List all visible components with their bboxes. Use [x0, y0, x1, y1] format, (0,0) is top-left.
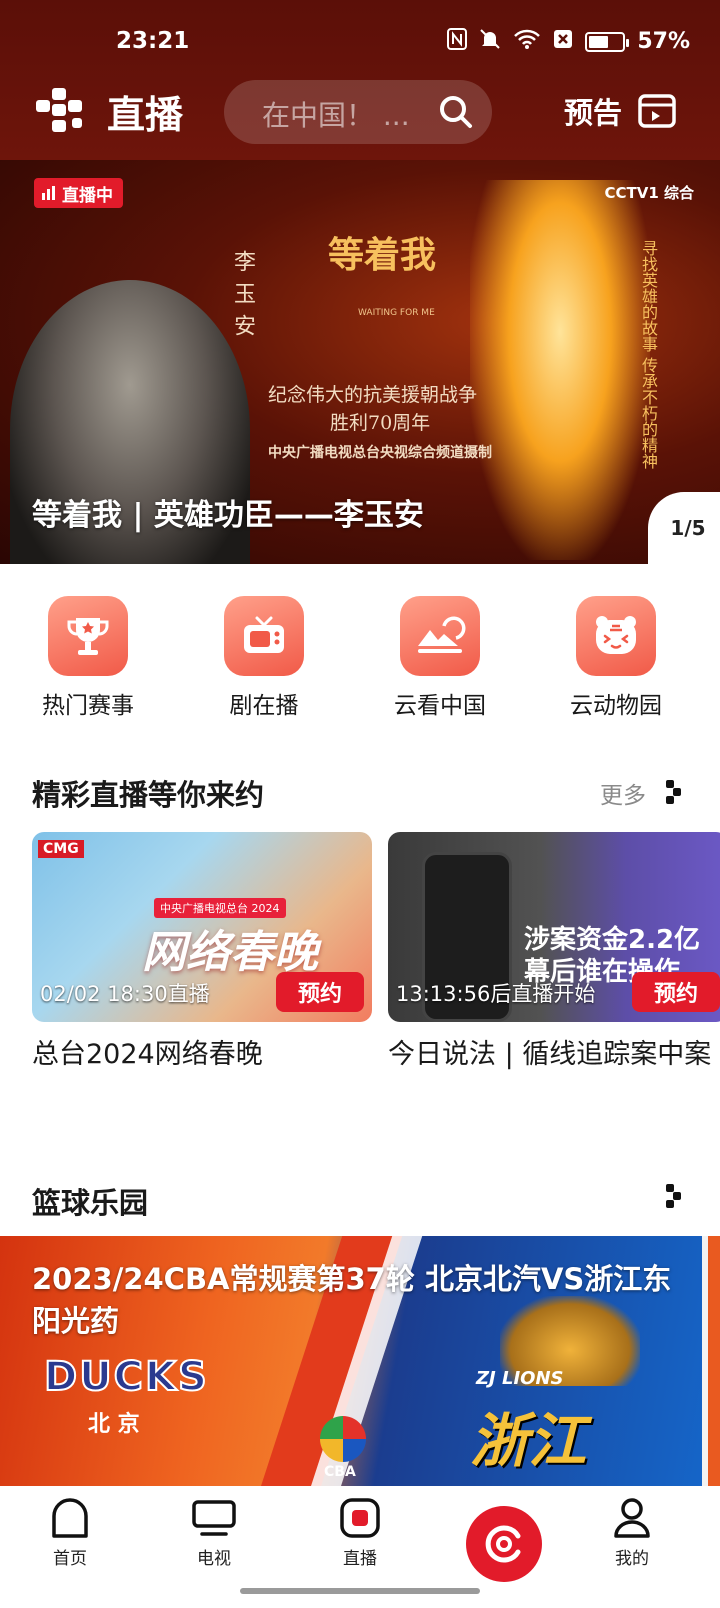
live-banner[interactable]: 直播中 CCTV1 综合 李玉安 等着我 WAITING FOR ME 纪念伟大… [0, 160, 720, 564]
banner-pager: 1/5 [648, 492, 720, 564]
match-title: 2023/24CBA常规赛第37轮 北京北汽VS浙江东阳光药 [32, 1262, 672, 1338]
next-card-peek [702, 1236, 720, 1486]
quick-entry-label: 云看中国 [394, 693, 486, 719]
reserve-button[interactable]: 预约 [276, 972, 364, 1012]
quick-entry-label: 剧在播 [229, 693, 299, 719]
signal-bars-icon [42, 186, 55, 200]
battery-fill [589, 35, 608, 48]
status-time: 23:21 [116, 28, 190, 54]
quick-entry-cloud-zoo[interactable]: 云动物园 [556, 596, 676, 720]
live-card-time: 02/02 18:30直播 [40, 982, 210, 1006]
banner-art-side: 寻找英雄的故事 传承不朽的精神 [639, 240, 658, 470]
app-logo-icon [32, 86, 88, 134]
banner-caption: 等着我 | 英雄功臣——李玉安 [32, 498, 424, 533]
mute-icon [479, 28, 501, 55]
banner-art-show: 等着我 [328, 234, 437, 276]
nav-label: 电视 [197, 1549, 231, 1569]
team1-logo-text: DUCKS [43, 1353, 209, 1401]
banner-art-line1: 纪念伟大的抗美援朝战争 [268, 384, 478, 406]
wifi-icon [513, 28, 541, 55]
live-card-title[interactable]: 总台2024网络春晚 [32, 1034, 372, 1076]
live-card-thumbnail[interactable]: CMG 中央广播电视总台 2024 网络春晚 02/02 18:30直播 预约 [32, 832, 372, 1022]
banner-art-name: 李玉安 [230, 250, 255, 346]
quick-entry-label: 热门赛事 [42, 693, 134, 719]
status-bar: 23:21 57% [0, 0, 720, 80]
landscape-icon [400, 596, 480, 676]
channel-logo: CCTV1 综合 [604, 184, 694, 202]
banner-figure-glow [470, 180, 650, 560]
trophy-icon [48, 596, 128, 676]
nav-profile[interactable]: 我的 [582, 1496, 682, 1569]
next-card-stripe [708, 1236, 720, 1486]
quick-entry-drama[interactable]: 剧在播 [204, 596, 324, 720]
live-badge: 直播中 [34, 178, 123, 208]
sim-off-icon [553, 29, 573, 54]
banner-art-show-sub: WAITING FOR ME [358, 308, 435, 318]
more-arrow-icon[interactable] [664, 1182, 684, 1214]
search-placeholder: 在中国！ ... [262, 99, 410, 132]
home-icon [52, 1498, 88, 1538]
banner-art-line3: 中央广播电视总台央视综合频道摄制 [268, 445, 492, 461]
nav-label: 首页 [53, 1549, 87, 1569]
nav-home[interactable]: 首页 [20, 1496, 120, 1569]
tiger-icon [576, 596, 656, 676]
live-card[interactable]: 涉案资金2.2亿 幕后谁在操作 13:13:56后直播开始 预约 今日说法 | … [388, 832, 720, 1076]
nav-live[interactable]: 直播 [310, 1496, 410, 1569]
status-icons: 57% [447, 28, 690, 55]
cba-logo-icon [320, 1416, 366, 1462]
gesture-home-bar[interactable] [240, 1588, 480, 1594]
cmg-logo: CMG [38, 840, 84, 858]
tv-icon [224, 596, 304, 676]
team2-logo-text: 浙江 [470, 1407, 587, 1475]
more-arrow-icon[interactable] [664, 778, 684, 810]
battery-percent: 57% [637, 29, 690, 54]
thumbnail-art-text: 网络春晚 [142, 927, 318, 978]
live-badge-label: 直播中 [62, 185, 113, 206]
ysp-logo-icon [485, 1525, 521, 1563]
nav-label: 直播 [343, 1549, 377, 1569]
quick-entry-cloud-china[interactable]: 云看中国 [380, 596, 500, 720]
tv-screen-icon [192, 1500, 236, 1536]
team1-city: 北 京 [88, 1412, 140, 1437]
live-card-thumbnail[interactable]: 涉案资金2.2亿 幕后谁在操作 13:13:56后直播开始 预约 [388, 832, 720, 1022]
search-bar[interactable]: 在中国！ ... [224, 80, 492, 144]
profile-icon [614, 1498, 650, 1538]
live-icon [340, 1498, 380, 1538]
quick-entry-hot-events[interactable]: 热门赛事 [28, 596, 148, 720]
live-card-title[interactable]: 今日说法 | 循线追踪案中案 [388, 1034, 720, 1076]
page-title: 直播 [107, 93, 184, 137]
search-icon[interactable] [438, 94, 474, 130]
basketball-match-card[interactable]: DUCKS 北 京 ZJ LIONS 浙江 CBA 2023/24CBA常规赛第… [0, 1236, 702, 1486]
live-card-time: 13:13:56后直播开始 [396, 982, 596, 1006]
preview-button[interactable]: 预告 [564, 90, 622, 132]
section-title-live: 精彩直播等你来约 [32, 778, 265, 812]
nfc-icon [447, 28, 468, 55]
live-card[interactable]: CMG 中央广播电视总台 2024 网络春晚 02/02 18:30直播 预约 … [32, 832, 372, 1076]
ysp-logo-button[interactable] [466, 1506, 542, 1582]
nav-label: 我的 [615, 1549, 649, 1569]
team2-logo-name: ZJ LIONS [476, 1368, 564, 1389]
banner-art-line2: 胜利70周年 [330, 412, 431, 434]
section-title-basketball: 篮球乐园 [32, 1186, 149, 1220]
battery-icon [585, 31, 630, 52]
schedule-icon[interactable] [638, 92, 676, 134]
quick-entries: 热门赛事 剧在播 云看中国 云动物园 [0, 596, 720, 719]
thumbnail-art-top: 中央广播电视总台 2024 [154, 898, 286, 918]
nav-tv[interactable]: 电视 [164, 1496, 264, 1569]
league-label: CBA [324, 1464, 356, 1480]
section-more-link[interactable]: 更多 [600, 776, 646, 810]
reserve-button[interactable]: 预约 [632, 972, 720, 1012]
quick-entry-label: 云动物园 [570, 693, 662, 719]
header: 23:21 57% 直播 在中国！ ... 预告 [0, 0, 720, 160]
